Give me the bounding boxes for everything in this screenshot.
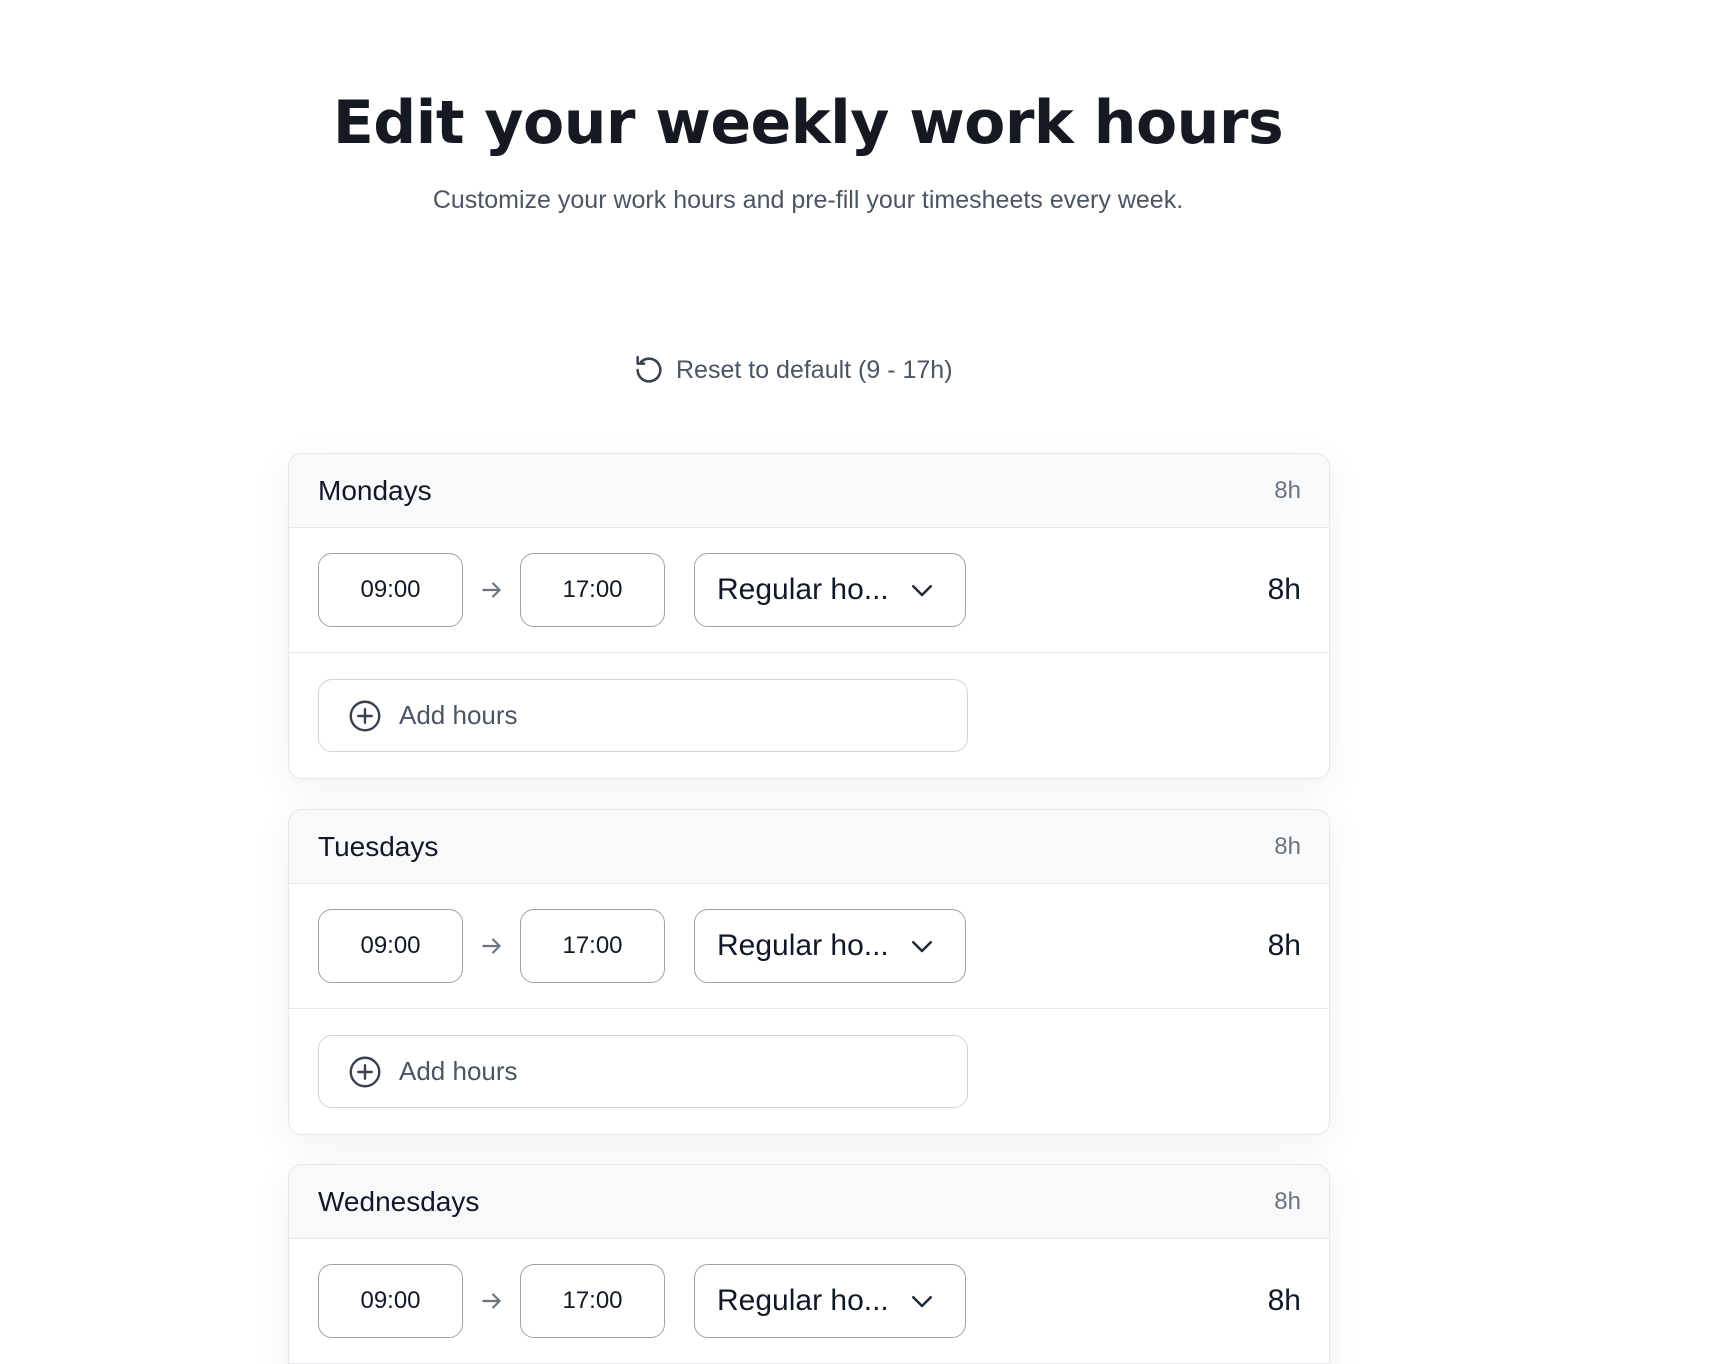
row-total: 8h — [1267, 1284, 1301, 1317]
hour-type-value: Regular ho... — [717, 573, 889, 606]
add-row: Add hours — [289, 1009, 1329, 1134]
chevron-down-icon — [912, 585, 932, 597]
plus-circle-icon — [349, 1056, 381, 1087]
end-time-input[interactable]: 17:00 — [520, 1264, 665, 1338]
add-hours-button[interactable]: Add hours — [318, 679, 968, 752]
day-card-wednesday: Wednesdays 8h 09:00 17:00 Regular ho... … — [288, 1164, 1330, 1364]
add-row: Add hours — [289, 653, 1329, 778]
arrow-right-icon — [463, 933, 520, 959]
day-card-tuesday: Tuesdays 8h 09:00 17:00 Regular ho... 8h… — [288, 809, 1330, 1135]
plus-circle-icon — [349, 700, 381, 731]
start-time-input[interactable]: 09:00 — [318, 1264, 463, 1338]
add-hours-button[interactable]: Add hours — [318, 1035, 968, 1108]
hour-type-select[interactable]: Regular ho... — [694, 553, 966, 627]
day-total: 8h — [1274, 832, 1301, 860]
hour-type-value: Regular ho... — [717, 929, 889, 962]
chevron-down-icon — [912, 1296, 932, 1308]
hours-row: 09:00 17:00 Regular ho... 8h — [289, 528, 1329, 653]
page: Edit your weekly work hours Customize yo… — [0, 0, 1722, 1364]
start-time-input[interactable]: 09:00 — [318, 553, 463, 627]
day-name: Wednesdays — [318, 1185, 480, 1217]
end-time-input[interactable]: 17:00 — [520, 909, 665, 983]
add-hours-label: Add hours — [399, 700, 518, 730]
day-total: 8h — [1274, 476, 1301, 504]
day-header: Wednesdays 8h — [289, 1165, 1329, 1239]
hours-row: 09:00 17:00 Regular ho... 8h — [289, 1239, 1329, 1364]
hour-type-select[interactable]: Regular ho... — [694, 909, 966, 983]
day-name: Mondays — [318, 474, 432, 506]
hour-type-select[interactable]: Regular ho... — [694, 1264, 966, 1338]
chevron-down-icon — [912, 941, 932, 953]
day-header: Mondays 8h — [289, 454, 1329, 528]
reset-label: Reset to default (9 - 17h) — [676, 355, 953, 384]
row-total: 8h — [1267, 573, 1301, 606]
page-subtitle: Customize your work hours and pre-fill y… — [432, 186, 1184, 214]
arrow-right-icon — [463, 577, 520, 603]
hours-row: 09:00 17:00 Regular ho... 8h — [289, 884, 1329, 1009]
reset-to-default-button[interactable]: Reset to default (9 - 17h) — [632, 350, 953, 390]
day-total: 8h — [1274, 1187, 1301, 1215]
row-total: 8h — [1267, 929, 1301, 962]
arrow-right-icon — [463, 1288, 520, 1314]
hour-type-value: Regular ho... — [717, 1284, 889, 1317]
day-header: Tuesdays 8h — [289, 810, 1329, 884]
end-time-input[interactable]: 17:00 — [520, 553, 665, 627]
day-card-monday: Mondays 8h 09:00 17:00 Regular ho... 8h … — [288, 453, 1330, 779]
reset-icon — [636, 355, 662, 383]
page-title: Edit your weekly work hours — [332, 88, 1284, 158]
add-hours-label: Add hours — [399, 1056, 518, 1086]
start-time-input[interactable]: 09:00 — [318, 909, 463, 983]
day-name: Tuesdays — [318, 830, 439, 862]
